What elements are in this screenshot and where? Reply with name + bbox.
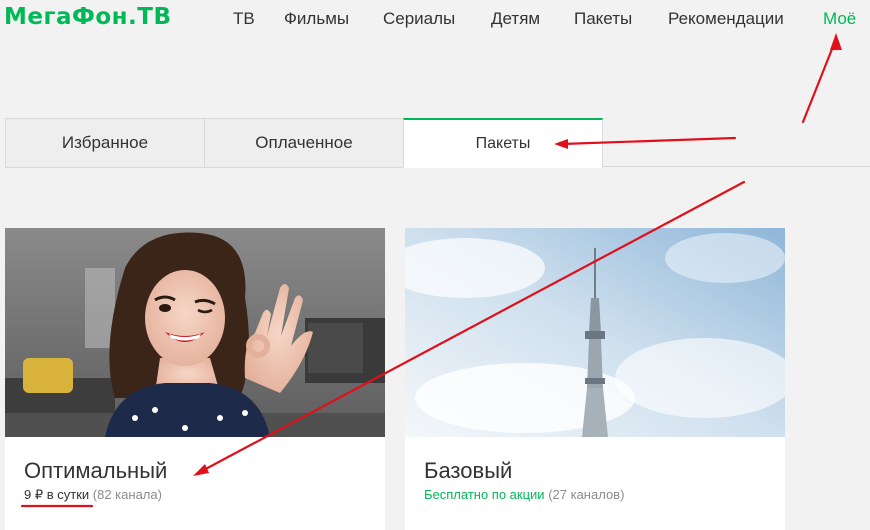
tabs-divider: [603, 166, 870, 167]
nav-kids[interactable]: Детям: [491, 9, 540, 29]
nav-tv[interactable]: ТВ: [233, 9, 255, 29]
nav-packages[interactable]: Пакеты: [574, 9, 632, 29]
package-title-basic: Базовый: [424, 458, 513, 483]
nav-movies[interactable]: Фильмы: [284, 9, 349, 29]
package-price-free: Бесплатно по акции: [424, 487, 545, 502]
package-card-basic[interactable]: Базовый Бесплатно по акции (27 каналов): [405, 228, 785, 530]
package-price-value: 9 ₽ в сутки: [24, 487, 90, 502]
package-card-optimal[interactable]: Оптимальный 9 ₽ в сутки (82 канала): [5, 228, 385, 530]
content-tabs: Избранное Оплаченное Пакеты: [5, 118, 870, 168]
nav-recommendations[interactable]: Рекомендации: [668, 9, 784, 29]
package-image-basic: [405, 228, 785, 437]
tab-favorites[interactable]: Избранное: [5, 118, 205, 168]
tab-packages[interactable]: Пакеты: [403, 118, 603, 168]
package-price-optimal: 9 ₽ в сутки (82 канала): [24, 487, 162, 503]
top-header: МегаФон.ТВ ТВ Фильмы Сериалы Детям Пакет…: [0, 0, 870, 58]
nav-series[interactable]: Сериалы: [383, 9, 455, 29]
nav-my[interactable]: Моё: [823, 9, 856, 29]
package-title-optimal: Оптимальный: [24, 458, 168, 483]
package-channels-count-basic: (27 каналов): [548, 487, 625, 502]
package-channels-count: (82 канала): [92, 487, 162, 502]
package-price-basic: Бесплатно по акции (27 каналов): [424, 487, 624, 502]
megafon-tv-logo[interactable]: МегаФон.ТВ: [4, 4, 171, 30]
tab-paid[interactable]: Оплаченное: [204, 118, 404, 168]
package-image-optimal: [5, 228, 385, 437]
